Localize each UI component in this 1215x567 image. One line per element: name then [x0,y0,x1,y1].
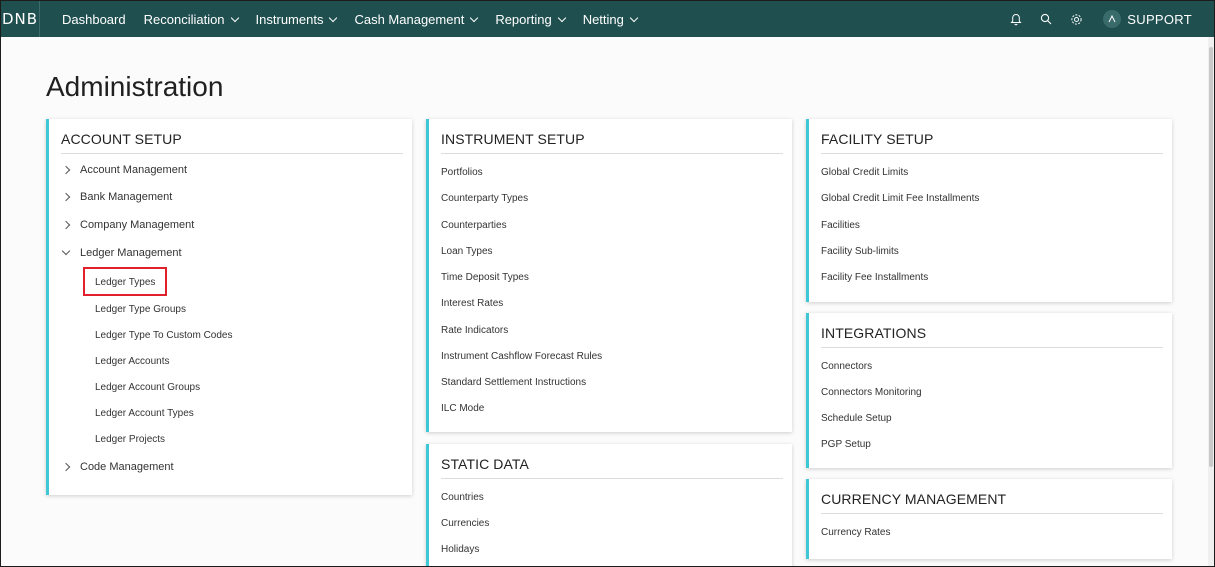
tree-item-bank-management[interactable]: Bank Management [61,191,172,203]
link-facility-sub-limits[interactable]: Facility Sub-limits [821,246,899,257]
nav-cash-management[interactable]: Cash Management [354,11,479,27]
user-name: SUPPORT [1127,11,1192,27]
nav-reporting-label: Reporting [495,11,552,27]
tree-item-label: Code Management [80,461,174,473]
tree-item-company-management[interactable]: Company Management [61,219,194,231]
card-title: STATIC DATA [441,456,529,472]
chevron-down-icon [629,13,639,22]
link-interest-rates[interactable]: Interest Rates [441,298,503,309]
nav-dashboard-label: Dashboard [62,11,126,27]
nav-reporting[interactable]: Reporting [495,11,566,27]
chevron-right-icon [61,462,71,472]
link-ledger-projects[interactable]: Ledger Projects [95,434,165,445]
tree-item-label: Account Management [80,164,188,176]
chevron-right-icon [61,165,71,175]
link-standard-settlement-instructions[interactable]: Standard Settlement Instructions [441,377,586,388]
tree-item-account-management[interactable]: Account Management [61,164,187,176]
nav-instruments[interactable]: Instruments [255,11,338,27]
integrations-card: INTEGRATIONS Connectors Connectors Monit… [806,313,1172,468]
link-ilc-mode[interactable]: ILC Mode [441,403,484,414]
card-divider [441,478,783,479]
link-holidays[interactable]: Holidays [441,544,479,555]
link-counterparty-types[interactable]: Counterparty Types [441,193,528,204]
link-facilities[interactable]: Facilities [821,220,860,231]
tree-item-label: Ledger Management [80,247,182,259]
logo[interactable]: DNB [1,1,39,37]
link-loan-types[interactable]: Loan Types [441,246,493,257]
main-nav: Dashboard Reconciliation Instruments Cas… [62,12,655,27]
link-portfolios[interactable]: Portfolios [441,167,483,178]
chevron-down-icon [557,13,566,22]
page-scrollbar[interactable] [1208,37,1214,566]
nav-netting-label: Netting [582,11,624,27]
link-rate-indicators[interactable]: Rate Indicators [441,325,508,336]
nav-instruments-label: Instruments [255,11,324,27]
link-currencies[interactable]: Currencies [441,518,489,529]
link-ledger-types[interactable]: Ledger Types [95,277,155,288]
link-pgp-setup[interactable]: PGP Setup [821,439,871,450]
user-icon [1103,10,1122,28]
app-frame: DNB Dashboard Reconciliation Instruments… [0,0,1215,567]
card-divider [821,153,1163,154]
link-ledger-account-groups[interactable]: Ledger Account Groups [95,382,200,393]
card-title: FACILITY SETUP [821,131,934,147]
link-countries[interactable]: Countries [441,492,484,503]
link-ledger-account-types[interactable]: Ledger Account Types [95,408,194,419]
chevron-right-icon [61,220,71,230]
card-title: INTEGRATIONS [821,325,927,341]
tree-item-label: Company Management [80,219,195,231]
static-data-card: STATIC DATA Countries Currencies Holiday… [426,444,792,566]
card-divider [61,153,403,154]
nav-dashboard[interactable]: Dashboard [62,12,126,27]
link-ledger-type-groups[interactable]: Ledger Type Groups [95,304,186,315]
tree-item-ledger-management[interactable]: Ledger Management [61,246,182,259]
top-icons: SUPPORT [999,1,1192,37]
user-menu[interactable]: SUPPORT [1103,10,1192,28]
nav-netting[interactable]: Netting [582,11,639,27]
tree-item-label: Bank Management [80,191,173,203]
chevron-down-icon [61,246,71,256]
link-connectors-monitoring[interactable]: Connectors Monitoring [821,387,922,398]
account-setup-card: ACCOUNT SETUP Account Management Bank Ma… [46,119,412,495]
currency-management-card: CURRENCY MANAGEMENT Currency Rates [806,479,1172,559]
link-counterparties[interactable]: Counterparties [441,220,507,231]
instrument-setup-card: INSTRUMENT SETUP Portfolios Counterparty… [426,119,792,432]
nav-reconciliation[interactable]: Reconciliation [143,11,239,27]
card-title: ACCOUNT SETUP [61,131,182,147]
link-global-credit-limit-fee-installments[interactable]: Global Credit Limit Fee Installments [821,193,979,204]
link-time-deposit-types[interactable]: Time Deposit Types [441,272,529,283]
facility-setup-card: FACILITY SETUP Global Credit Limits Glob… [806,119,1172,302]
link-instrument-cashflow-forecast-rules[interactable]: Instrument Cashflow Forecast Rules [441,351,602,362]
nav-cash-management-label: Cash Management [354,11,465,27]
card-divider [821,347,1163,348]
card-divider [441,153,783,154]
link-global-credit-limits[interactable]: Global Credit Limits [821,167,908,178]
link-schedule-setup[interactable]: Schedule Setup [821,413,892,424]
link-ledger-accounts[interactable]: Ledger Accounts [95,356,170,367]
link-ledger-type-to-custom-codes[interactable]: Ledger Type To Custom Codes [95,330,233,341]
search-icon[interactable] [1033,13,1059,25]
chevron-down-icon [230,13,239,22]
card-title: INSTRUMENT SETUP [441,131,585,147]
link-currency-rates[interactable]: Currency Rates [821,527,890,538]
scroll-thumb[interactable] [1209,47,1213,467]
bell-icon[interactable] [1003,13,1029,26]
link-facility-fee-installments[interactable]: Facility Fee Installments [821,272,928,283]
chevron-right-icon [61,192,71,202]
card-title: CURRENCY MANAGEMENT [821,491,1007,507]
tree-item-code-management[interactable]: Code Management [61,461,174,473]
top-nav-bar: DNB Dashboard Reconciliation Instruments… [1,1,1214,37]
logo-divider [39,1,40,37]
card-divider [821,513,1163,514]
link-connectors[interactable]: Connectors [821,361,872,372]
chevron-down-icon [470,13,479,22]
nav-reconciliation-label: Reconciliation [143,11,225,27]
page-title: Administration [46,71,224,102]
chevron-down-icon [329,13,338,22]
gear-icon[interactable] [1063,13,1089,26]
